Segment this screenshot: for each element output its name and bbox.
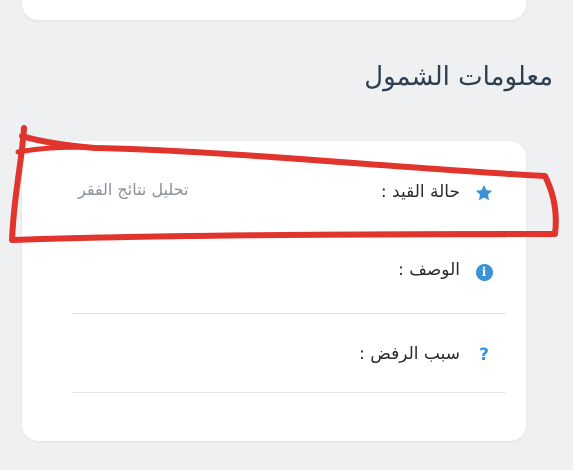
- description-row: i الوصف :: [72, 237, 506, 314]
- previous-card: [22, 0, 526, 20]
- rejection-reason-label: سبب الرفض :: [359, 344, 460, 364]
- inclusion-info-card: حالة القيد : تحليل نتائج الفقر i الوصف :…: [22, 141, 526, 441]
- rejection-reason-row: ? سبب الرفض :: [72, 313, 506, 393]
- enrollment-status-value: تحليل نتائج الفقر: [78, 180, 189, 199]
- info-icon: i: [474, 262, 494, 282]
- description-label: الوصف :: [398, 260, 460, 280]
- enrollment-status-row: حالة القيد : تحليل نتائج الفقر: [72, 161, 506, 221]
- section-title: معلومات الشمول: [364, 62, 553, 92]
- star-icon: [474, 183, 494, 203]
- enrollment-status-label: حالة القيد :: [380, 182, 460, 202]
- question-icon: ?: [479, 345, 489, 365]
